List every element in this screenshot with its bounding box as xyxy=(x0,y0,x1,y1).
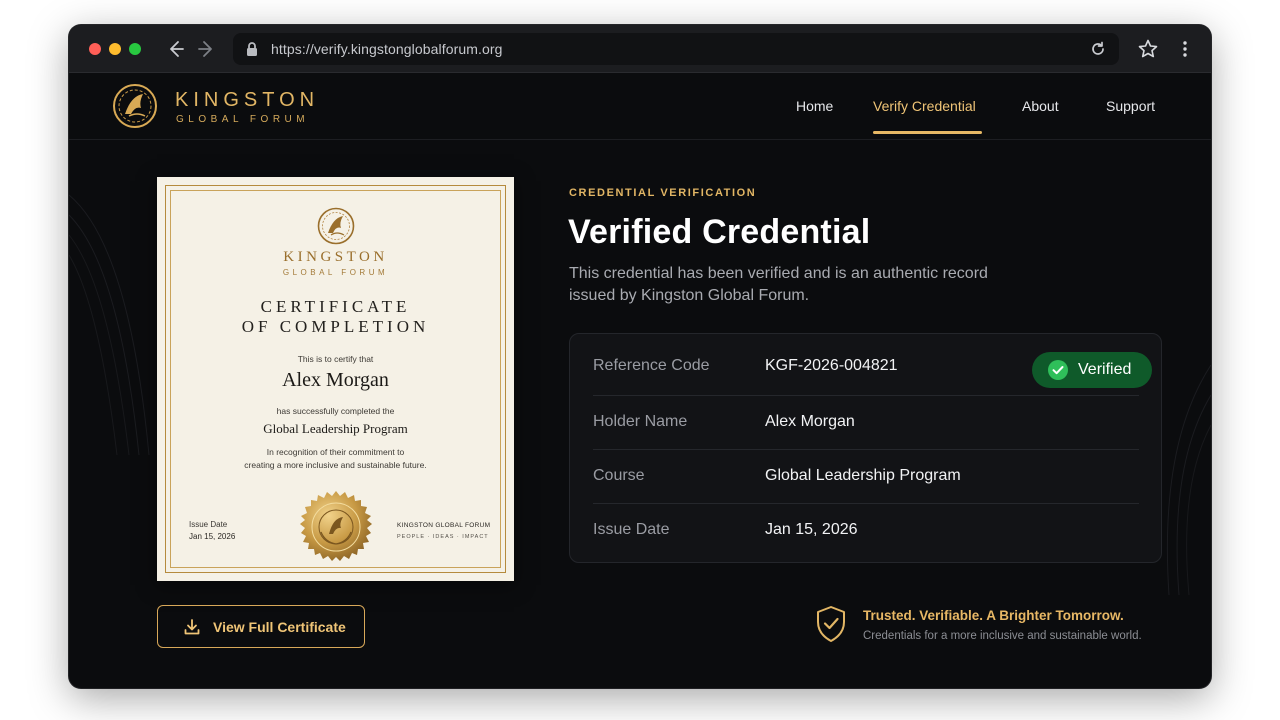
status-badge-label: Verified xyxy=(1078,361,1132,378)
verification-description-line2: issued by Kingston Global Forum. xyxy=(569,287,810,304)
nav-support[interactable]: Support xyxy=(1106,98,1155,114)
detail-row-issue-date: Issue Date Jan 15, 2026 xyxy=(593,503,1139,557)
shield-check-icon xyxy=(815,605,847,643)
certificate-preview[interactable]: KINGSTON GLOBAL FORUM CERTIFICATE OF COM… xyxy=(157,177,514,581)
forward-arrow-icon[interactable] xyxy=(195,37,219,61)
site-header: KINGSTON GLOBAL FORUM Home Verify Creden… xyxy=(69,74,1211,140)
certificate-logo-icon xyxy=(316,206,356,246)
detail-label: Course xyxy=(593,467,645,484)
section-eyebrow: CREDENTIAL VERIFICATION xyxy=(569,187,757,199)
detail-value: Alex Morgan xyxy=(765,413,855,430)
active-nav-indicator xyxy=(873,131,982,134)
download-icon xyxy=(183,618,201,636)
certificate-issue-date: Jan 15, 2026 xyxy=(189,532,236,541)
more-menu-icon[interactable] xyxy=(1175,39,1195,59)
certificate-footer-org: KINGSTON GLOBAL FORUM xyxy=(397,522,491,529)
detail-value: Global Leadership Program xyxy=(765,467,961,484)
address-bar[interactable]: https://verify.kingstonglobalforum.org xyxy=(233,33,1119,65)
lock-icon xyxy=(245,41,259,57)
detail-value: KGF-2026-004821 xyxy=(765,357,898,374)
detail-row-course: Course Global Leadership Program xyxy=(593,449,1139,503)
nav-about[interactable]: About xyxy=(1022,98,1059,114)
bookmark-star-icon[interactable] xyxy=(1137,38,1159,60)
maximize-window-button[interactable] xyxy=(129,43,141,55)
browser-toolbar: https://verify.kingstonglobalforum.org xyxy=(69,25,1211,73)
status-badge: Verified xyxy=(1032,352,1152,388)
decorative-lines-left xyxy=(69,194,150,455)
detail-label: Issue Date xyxy=(593,521,670,538)
nav-verify-credential[interactable]: Verify Credential xyxy=(873,98,976,114)
decorative-lines-right xyxy=(1166,365,1211,595)
page-title: Verified Credential xyxy=(568,213,871,251)
detail-label: Holder Name xyxy=(593,413,688,430)
certificate-title-line2: OF COMPLETION xyxy=(241,317,430,336)
verification-description: This credential has been verified and is… xyxy=(569,263,1019,307)
credential-details-card: Reference Code KGF-2026-004821 Verified … xyxy=(569,333,1162,563)
nav-home[interactable]: Home xyxy=(796,98,833,114)
close-window-button[interactable] xyxy=(89,43,101,55)
gold-seal-icon xyxy=(297,490,375,568)
certificate-footer-tagline: PEOPLE · IDEAS · IMPACT xyxy=(397,534,489,540)
detail-value: Jan 15, 2026 xyxy=(765,521,858,538)
detail-row-holder-name: Holder Name Alex Morgan xyxy=(593,395,1139,449)
certificate-title: CERTIFICATE OF COMPLETION xyxy=(157,297,514,337)
minimize-window-button[interactable] xyxy=(109,43,121,55)
logo-wordmark: KINGSTON xyxy=(175,89,320,111)
logo-subtitle: GLOBAL FORUM xyxy=(176,114,310,125)
view-full-certificate-label: View Full Certificate xyxy=(213,619,346,635)
certificate-recognition-line2: creating a more inclusive and sustainabl… xyxy=(244,460,427,470)
trust-subtitle: Credentials for a more inclusive and sus… xyxy=(863,630,1142,642)
certificate-issue-label: Issue Date xyxy=(189,520,228,529)
certificate-recognition-line1: In recognition of their commitment to xyxy=(266,447,405,457)
certificate-org-subtitle: GLOBAL FORUM xyxy=(282,268,389,277)
trust-title: Trusted. Verifiable. A Brighter Tomorrow… xyxy=(863,608,1124,623)
certificate-title-line1: CERTIFICATE xyxy=(260,297,411,316)
certificate-completed-text: has successfully completed the xyxy=(276,406,395,416)
certificate-holder-name: Alex Morgan xyxy=(282,369,389,391)
verification-description-line1: This credential has been verified and is… xyxy=(569,265,988,282)
certificate-org-name: KINGSTON xyxy=(283,249,388,265)
check-circle-icon xyxy=(1048,360,1068,380)
view-full-certificate-button[interactable]: View Full Certificate xyxy=(157,605,365,648)
kingston-logo-icon[interactable] xyxy=(111,82,159,130)
back-arrow-icon[interactable] xyxy=(163,37,187,61)
certificate-certify-text: This is to certify that xyxy=(297,354,374,364)
detail-row-reference-code: Reference Code KGF-2026-004821 Verified xyxy=(593,339,1152,393)
certificate-program-name: Global Leadership Program xyxy=(263,421,408,436)
detail-label: Reference Code xyxy=(593,357,710,374)
reload-icon[interactable] xyxy=(1089,40,1107,58)
url-text: https://verify.kingstonglobalforum.org xyxy=(271,41,503,57)
browser-window: https://verify.kingstonglobalforum.org K… xyxy=(69,25,1211,688)
